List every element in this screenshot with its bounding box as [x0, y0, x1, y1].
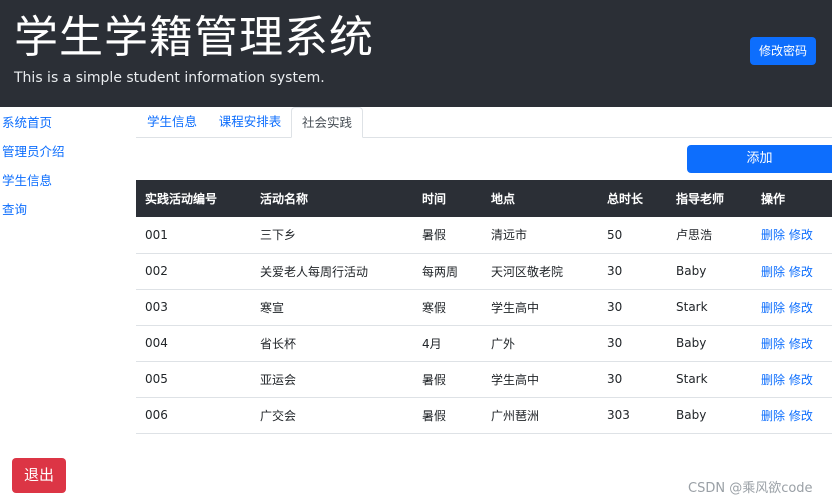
cell-actions: 删除 修改	[752, 325, 832, 362]
col-header-hours: 总时长	[598, 180, 667, 217]
cell-place: 学生高中	[482, 289, 598, 326]
cell-teacher: Baby	[667, 397, 752, 434]
table-row: 003 寒宣 寒假 学生高中 30 Stark 删除 修改	[136, 289, 832, 326]
cell-name: 亚运会	[251, 361, 413, 398]
sidebar: 系统首页 管理员介绍 学生信息 查询	[0, 107, 130, 224]
cell-time: 每两周	[413, 253, 482, 290]
cell-name: 省长杯	[251, 325, 413, 362]
cell-hours: 30	[598, 325, 667, 362]
app-title: 学生学籍管理系统	[14, 12, 374, 63]
edit-link[interactable]: 修改	[789, 373, 813, 387]
add-button[interactable]: 添加	[687, 145, 832, 173]
table-header-row: 实践活动编号 活动名称 时间 地点 总时长 指导老师 操作	[136, 180, 832, 217]
cell-hours: 50	[598, 217, 667, 254]
app-subtitle: This is a simple student information sys…	[14, 70, 325, 86]
cell-place: 天河区敬老院	[482, 253, 598, 290]
col-header-name: 活动名称	[251, 180, 413, 217]
cell-id: 006	[136, 397, 251, 434]
tab-student-info[interactable]: 学生信息	[136, 107, 208, 137]
cell-place: 广外	[482, 325, 598, 362]
delete-link[interactable]: 删除	[761, 337, 785, 351]
col-header-actions: 操作	[752, 180, 832, 217]
sidebar-item-student-info[interactable]: 学生信息	[0, 166, 130, 195]
edit-link[interactable]: 修改	[789, 337, 813, 351]
edit-link[interactable]: 修改	[789, 228, 813, 242]
cell-hours: 30	[598, 361, 667, 398]
cell-teacher: Stark	[667, 361, 752, 398]
cell-hours: 30	[598, 253, 667, 290]
cell-id: 002	[136, 253, 251, 290]
delete-link[interactable]: 删除	[761, 373, 785, 387]
cell-actions: 删除 修改	[752, 397, 832, 434]
cell-name: 三下乡	[251, 217, 413, 254]
cell-teacher: 卢思浩	[667, 217, 752, 254]
cell-place: 广州琶洲	[482, 397, 598, 434]
cell-place: 清远市	[482, 217, 598, 254]
cell-id: 005	[136, 361, 251, 398]
tab-social-practice[interactable]: 社会实践	[291, 107, 363, 138]
cell-actions: 删除 修改	[752, 361, 832, 398]
tab-course-schedule[interactable]: 课程安排表	[210, 107, 290, 137]
cell-name: 寒宣	[251, 289, 413, 326]
cell-time: 暑假	[413, 361, 482, 398]
cell-hours: 30	[598, 289, 667, 326]
cell-name: 广交会	[251, 397, 413, 434]
edit-link[interactable]: 修改	[789, 265, 813, 279]
table-row: 004 省长杯 4月 广外 30 Baby 删除 修改	[136, 325, 832, 362]
watermark: CSDN @乘风欲code	[688, 481, 813, 496]
cell-actions: 删除 修改	[752, 289, 832, 326]
delete-link[interactable]: 删除	[761, 265, 785, 279]
cell-time: 暑假	[413, 397, 482, 434]
sidebar-item-query[interactable]: 查询	[0, 195, 130, 224]
cell-place: 学生高中	[482, 361, 598, 398]
col-header-time: 时间	[413, 180, 482, 217]
tab-bar: 学生信息 课程安排表 社会实践	[136, 107, 832, 138]
col-header-place: 地点	[482, 180, 598, 217]
cell-name: 关爱老人每周行活动	[251, 253, 413, 290]
table-row: 002 关爱老人每周行活动 每两周 天河区敬老院 30 Baby 删除 修改	[136, 253, 832, 290]
sidebar-item-admin-intro[interactable]: 管理员介绍	[0, 137, 130, 166]
delete-link[interactable]: 删除	[761, 301, 785, 315]
practice-table: 实践活动编号 活动名称 时间 地点 总时长 指导老师 操作 001 三下乡 暑假…	[136, 180, 832, 434]
cell-teacher: Stark	[667, 289, 752, 326]
table-row: 005 亚运会 暑假 学生高中 30 Stark 删除 修改	[136, 361, 832, 398]
cell-teacher: Baby	[667, 325, 752, 362]
cell-actions: 删除 修改	[752, 217, 832, 254]
cell-hours: 303	[598, 397, 667, 434]
delete-link[interactable]: 删除	[761, 228, 785, 242]
logout-button[interactable]: 退出	[12, 458, 66, 493]
cell-time: 寒假	[413, 289, 482, 326]
edit-link[interactable]: 修改	[789, 301, 813, 315]
col-header-teacher: 指导老师	[667, 180, 752, 217]
sidebar-item-home[interactable]: 系统首页	[0, 108, 130, 137]
app-header: 学生学籍管理系统 This is a simple student inform…	[0, 0, 832, 107]
cell-actions: 删除 修改	[752, 253, 832, 290]
cell-id: 004	[136, 325, 251, 362]
cell-id: 003	[136, 289, 251, 326]
cell-time: 暑假	[413, 217, 482, 254]
table-row: 006 广交会 暑假 广州琶洲 303 Baby 删除 修改	[136, 397, 832, 434]
change-password-button[interactable]: 修改密码	[750, 37, 816, 65]
cell-teacher: Baby	[667, 253, 752, 290]
cell-time: 4月	[413, 325, 482, 362]
delete-link[interactable]: 删除	[761, 409, 785, 423]
cell-id: 001	[136, 217, 251, 254]
col-header-id: 实践活动编号	[136, 180, 251, 217]
table-row: 001 三下乡 暑假 清远市 50 卢思浩 删除 修改	[136, 217, 832, 254]
edit-link[interactable]: 修改	[789, 409, 813, 423]
